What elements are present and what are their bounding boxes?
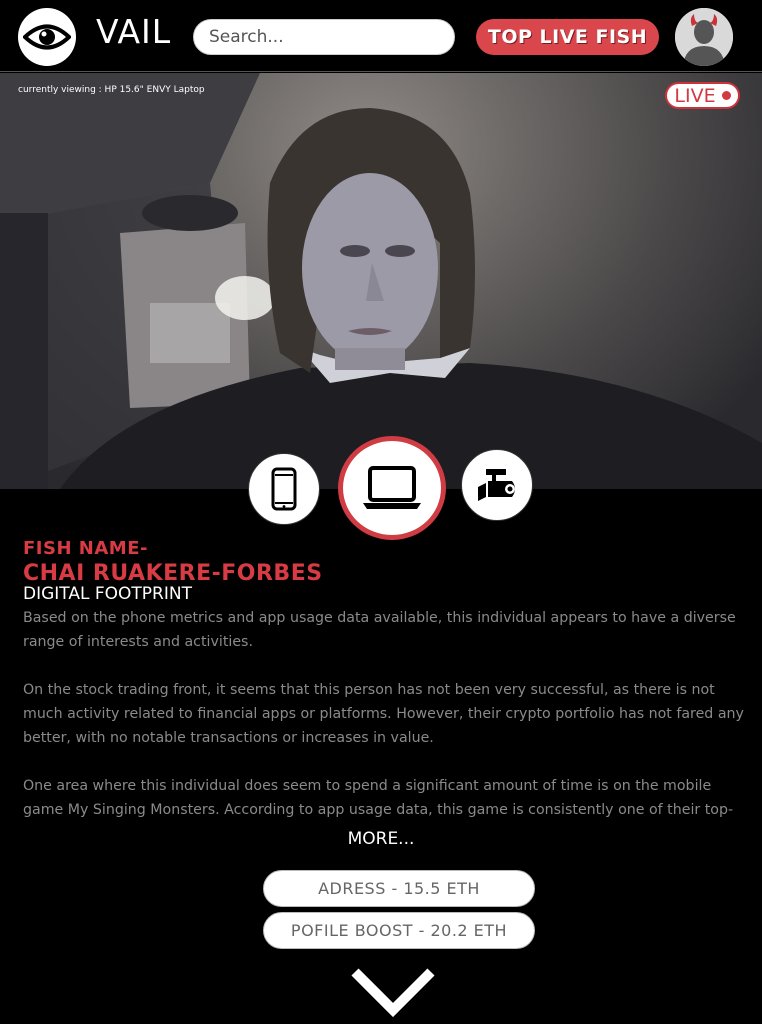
live-video-feed[interactable]: currently viewing : HP 15.6" ENVY Laptop… xyxy=(0,73,762,489)
fish-name-label: FISH NAME- xyxy=(23,538,148,559)
top-bar: VAIL TOP LIVE FISH xyxy=(0,0,762,72)
paragraph: On the stock trading front, it seems tha… xyxy=(23,682,744,746)
device-laptop-button[interactable] xyxy=(338,436,446,540)
laptop-icon xyxy=(363,466,421,509)
profile-boost-button[interactable]: POFILE BOOST - 20.2 ETH xyxy=(263,912,535,949)
paragraph: Based on the phone metrics and app usage… xyxy=(23,610,736,650)
live-badge: LIVE xyxy=(665,82,740,109)
currently-viewing-label: currently viewing : HP 15.6" ENVY Laptop xyxy=(18,85,205,95)
security-camera-icon xyxy=(478,469,515,501)
smartphone-icon xyxy=(271,467,297,511)
top-live-fish-button[interactable]: TOP LIVE FISH xyxy=(476,19,659,55)
more-label[interactable]: MORE... xyxy=(348,829,415,849)
webcam-image xyxy=(0,73,762,489)
live-label: LIVE xyxy=(674,84,716,107)
search-input[interactable] xyxy=(209,27,439,47)
digital-footprint-text: Based on the phone metrics and app usage… xyxy=(23,606,749,820)
logo[interactable] xyxy=(18,8,76,66)
devil-avatar-icon xyxy=(675,8,733,66)
device-camera-button[interactable] xyxy=(461,449,533,521)
address-purchase-button[interactable]: ADRESS - 15.5 ETH xyxy=(263,870,535,907)
paragraph: One area where this individual does seem… xyxy=(23,778,734,818)
live-dot-icon xyxy=(721,91,731,100)
device-phone-button[interactable] xyxy=(248,453,320,525)
more-link[interactable]: MORE... xyxy=(0,829,762,849)
search-box[interactable] xyxy=(193,19,455,55)
section-title: DIGITAL FOOTPRINT xyxy=(23,584,192,604)
chevron-down-icon[interactable] xyxy=(349,966,437,1018)
fish-name: CHAI RUAKERE-FORBES xyxy=(23,561,323,586)
brand-title: VAIL xyxy=(96,12,172,51)
avatar[interactable] xyxy=(675,8,733,66)
eye-icon xyxy=(23,24,71,50)
